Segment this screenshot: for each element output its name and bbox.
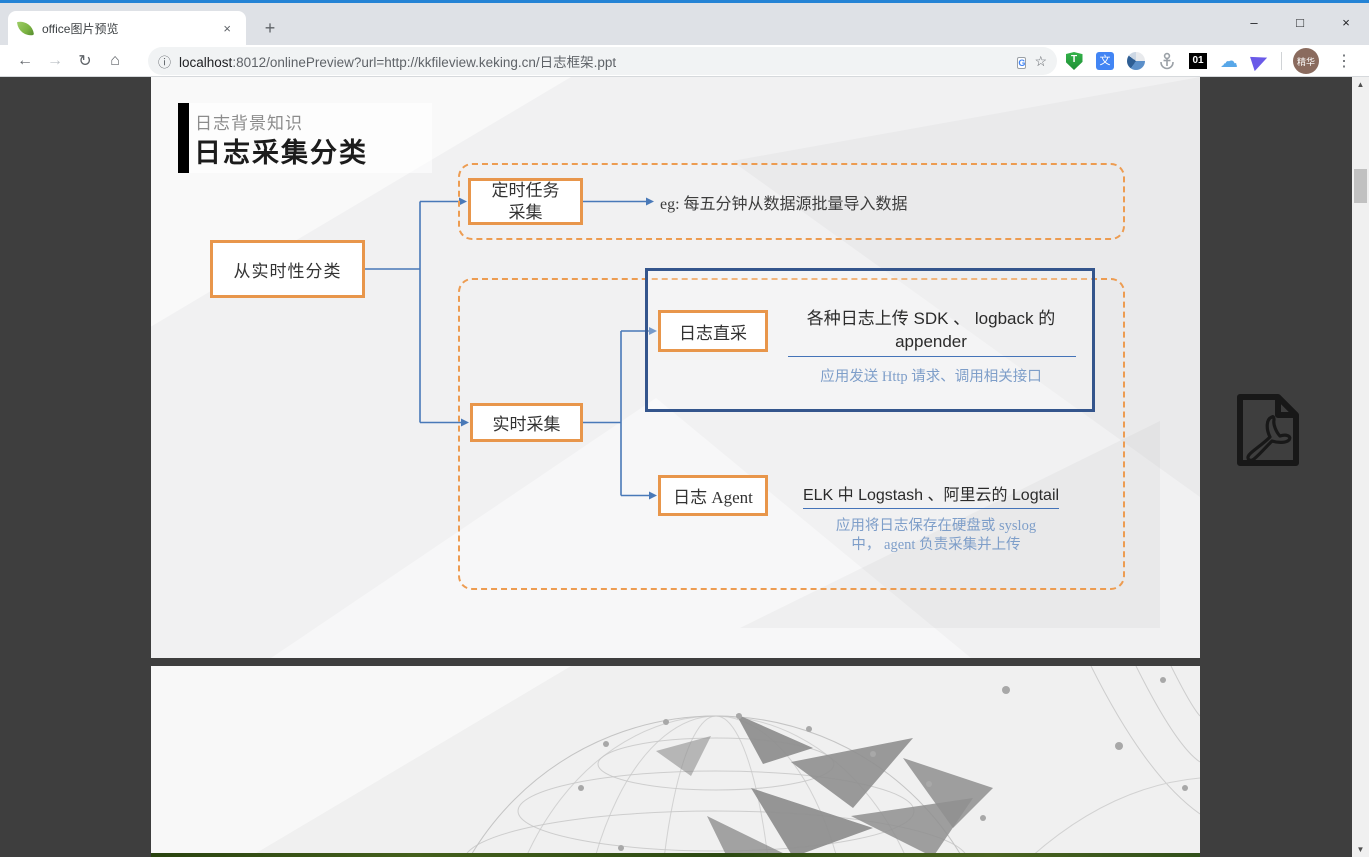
slide2-grass-strip xyxy=(151,853,1200,857)
agent-note: 应用将日志保存在硬盘或 syslog 中， agent 负责采集并上传 xyxy=(786,517,1086,555)
translate-extension-icon[interactable]: 文 xyxy=(1095,51,1115,71)
cloud-glyph: ☁ xyxy=(1220,51,1238,72)
plane-glyph xyxy=(1250,51,1270,70)
node-root: 从实时性分类 xyxy=(210,240,365,298)
node-timed-collect: 定时任务采集 xyxy=(468,178,583,225)
page-scrollbar[interactable]: ▲ ▼ xyxy=(1352,77,1369,857)
translate-page-icon[interactable]: G xyxy=(1017,53,1026,70)
new-tab-button[interactable]: + xyxy=(256,15,284,41)
preview-page: 日志背景知识 日志采集分类 从实时性分类 定时任务采集 eg: 每五分钟从数据源… xyxy=(0,77,1369,857)
page-info-icon[interactable]: ⓘ xyxy=(158,52,171,71)
slide-1: 日志背景知识 日志采集分类 从实时性分类 定时任务采集 eg: 每五分钟从数据源… xyxy=(151,77,1200,658)
extension-row: T 文 01 ☁ 精华 ⋮ xyxy=(1064,45,1358,77)
agent-desc-text: ELK 中 Logstash 、阿里云的 Logtail xyxy=(803,481,1059,509)
01-extension-icon[interactable]: 01 xyxy=(1188,51,1208,71)
direct-underline xyxy=(788,356,1076,357)
url-text[interactable]: localhost:8012/onlinePreview?url=http://… xyxy=(179,51,1009,71)
tab-title: office图片预览 xyxy=(42,20,218,37)
node-timed-line1: 定时任务 xyxy=(492,180,560,201)
bookmark-star-icon[interactable]: ☆ xyxy=(1034,53,1047,70)
scrollbar-thumb[interactable] xyxy=(1354,169,1367,203)
direct-desc-line1: 各种日志上传 SDK 、 logback 的 xyxy=(751,308,1111,331)
window-controls: – □ × xyxy=(1231,3,1369,43)
browser-toolbar: ← → ↻ ⌂ ⓘ localhost:8012/onlinePreview?u… xyxy=(0,45,1369,77)
scroll-up-icon[interactable]: ▲ xyxy=(1352,77,1369,92)
translate-glyph: 文 xyxy=(1096,52,1114,70)
01-badge: 01 xyxy=(1189,53,1207,69)
agent-note-line1: 应用将日志保存在硬盘或 syslog xyxy=(786,517,1086,536)
lens-glyph xyxy=(1127,52,1145,70)
timed-example-text: eg: 每五分钟从数据源批量导入数据 xyxy=(660,190,908,214)
direct-note: 应用发送 Http 请求、调用相关接口 xyxy=(751,365,1111,386)
pdf-export-button[interactable] xyxy=(1228,391,1304,469)
shield-glyph: T xyxy=(1066,52,1083,70)
address-bar[interactable]: ⓘ localhost:8012/onlinePreview?url=http:… xyxy=(148,47,1057,75)
url-rest: :8012/onlinePreview?url=http://kkfilevie… xyxy=(232,55,616,70)
browser-window: office图片预览 × + – □ × ← → ↻ ⌂ ⓘ localhost… xyxy=(0,0,1369,857)
node-timed-line2: 采集 xyxy=(492,202,560,223)
anchor-glyph xyxy=(1159,52,1175,70)
tab-close-icon[interactable]: × xyxy=(218,19,236,38)
chrome-menu-icon[interactable]: ⋮ xyxy=(1330,51,1358,71)
translate-badge: G xyxy=(1017,57,1026,69)
toolbar-divider xyxy=(1281,52,1282,70)
close-button[interactable]: × xyxy=(1323,3,1369,41)
node-log-agent: 日志 Agent xyxy=(658,475,768,516)
tab-strip: office图片预览 × + – □ × xyxy=(0,3,1369,45)
minimize-button[interactable]: – xyxy=(1231,3,1277,41)
paper-plane-extension-icon[interactable] xyxy=(1250,51,1270,71)
direct-desc-line2: appender xyxy=(751,331,1111,354)
pdf-document-icon xyxy=(1228,391,1304,469)
forward-icon[interactable]: → xyxy=(40,52,70,70)
profile-avatar[interactable]: 精华 xyxy=(1293,48,1319,74)
download-manager-extension-icon[interactable] xyxy=(1126,51,1146,71)
url-host: localhost xyxy=(179,55,232,70)
spring-leaf-favicon-icon xyxy=(17,20,34,37)
agent-note-line2: 中， agent 负责采集并上传 xyxy=(786,536,1086,555)
cloud-extension-icon[interactable]: ☁ xyxy=(1219,51,1239,71)
maximize-button[interactable]: □ xyxy=(1277,3,1323,41)
anchor-extension-icon[interactable] xyxy=(1157,51,1177,71)
direct-desc: 各种日志上传 SDK 、 logback 的 appender xyxy=(751,308,1111,354)
scroll-down-icon[interactable]: ▼ xyxy=(1352,842,1369,857)
home-icon[interactable]: ⌂ xyxy=(100,52,130,70)
browser-tab[interactable]: office图片预览 × xyxy=(8,11,246,45)
reload-icon[interactable]: ↻ xyxy=(70,51,100,71)
back-icon[interactable]: ← xyxy=(10,52,40,70)
slide-separator xyxy=(151,658,1200,666)
slide-2 xyxy=(151,666,1200,857)
shield-extension-icon[interactable]: T xyxy=(1064,51,1084,71)
node-realtime-collect: 实时采集 xyxy=(470,403,583,442)
agent-desc: ELK 中 Logstash 、阿里云的 Logtail xyxy=(761,481,1101,509)
